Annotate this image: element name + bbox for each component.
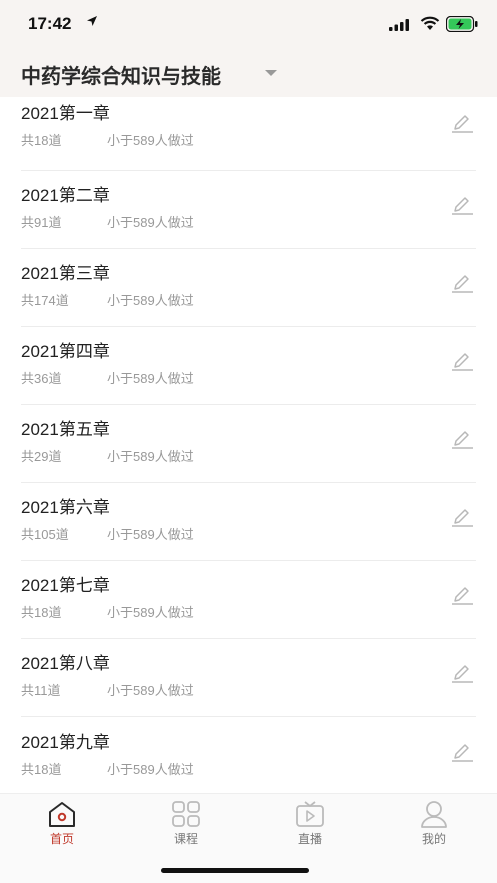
chapter-title: 2021第三章 — [21, 264, 110, 283]
pencil-icon[interactable] — [450, 273, 474, 293]
participants-text: 小于589人做过 — [107, 215, 194, 230]
chapter-title: 2021第八章 — [21, 654, 110, 673]
chapter-title: 2021第五章 — [21, 420, 110, 439]
question-count: 共11道 — [21, 683, 61, 698]
participants-text: 小于589人做过 — [107, 683, 194, 698]
chapter-title: 2021第六章 — [21, 498, 110, 517]
chapter-row[interactable]: 2021第八章 共11道 小于589人做过 — [21, 639, 476, 717]
status-time: 17:42 — [28, 14, 72, 33]
chapter-row[interactable]: 2021第六章 共105道 小于589人做过 — [21, 483, 476, 561]
tab-home-label: 首页 — [49, 832, 74, 846]
user-icon — [421, 801, 447, 828]
chapter-row[interactable]: 2021第二章 共91道 小于589人做过 — [21, 171, 476, 249]
participants-text: 小于589人做过 — [107, 605, 194, 620]
chapter-title: 2021第四章 — [21, 342, 110, 361]
chapter-title: 2021第二章 — [21, 186, 110, 205]
pencil-icon[interactable] — [450, 351, 474, 371]
chapter-row[interactable]: 2021第五章 共29道 小于589人做过 — [21, 405, 476, 483]
participants-text: 小于589人做过 — [107, 371, 194, 386]
chapter-row[interactable]: 2021第九章 共18道 小于589人做过 — [21, 717, 476, 793]
nav-header: 中药学综合知识与技能 — [0, 50, 497, 97]
tv-play-icon — [296, 801, 324, 827]
chapter-list: 2021第一章 共18道 小于589人做过 2021第二章 共91道 小于589… — [0, 97, 497, 793]
participants-text: 小于589人做过 — [107, 449, 194, 464]
location-arrow-icon — [87, 16, 97, 26]
chapter-row[interactable]: 2021第一章 共18道 小于589人做过 — [21, 97, 476, 171]
pencil-icon[interactable] — [450, 742, 474, 762]
battery-charging-icon — [446, 16, 478, 32]
pencil-icon[interactable] — [450, 663, 474, 683]
tab-mine-label: 我的 — [421, 832, 446, 846]
tab-live[interactable]: 直播 — [248, 794, 372, 854]
pencil-icon[interactable] — [450, 507, 474, 527]
chapter-row[interactable]: 2021第三章 共174道 小于589人做过 — [21, 249, 476, 327]
question-count: 共105道 — [21, 527, 69, 542]
question-count: 共18道 — [21, 605, 62, 620]
home-icon — [49, 802, 75, 827]
chapter-title: 2021第九章 — [21, 733, 110, 752]
tab-mine[interactable]: 我的 — [372, 794, 496, 854]
subject-title[interactable]: 中药学综合知识与技能 — [21, 60, 221, 89]
wifi-icon — [420, 16, 440, 30]
pencil-icon[interactable] — [450, 113, 474, 133]
tab-courses-label: 课程 — [173, 832, 198, 846]
dropdown-caret-icon[interactable] — [264, 69, 278, 77]
pencil-icon[interactable] — [450, 429, 474, 449]
pencil-icon[interactable] — [450, 195, 474, 215]
question-count: 共91道 — [21, 215, 62, 230]
question-count: 共18道 — [21, 133, 62, 148]
participants-text: 小于589人做过 — [107, 293, 194, 308]
home-indicator[interactable] — [161, 868, 309, 873]
tab-live-label: 直播 — [297, 832, 322, 846]
question-count: 共18道 — [21, 762, 62, 777]
chapter-title: 2021第一章 — [21, 104, 110, 123]
question-count: 共174道 — [21, 293, 69, 308]
tab-home[interactable]: 首页 — [0, 794, 124, 854]
participants-text: 小于589人做过 — [107, 133, 194, 148]
pencil-icon[interactable] — [450, 585, 474, 605]
status-bar: 17:42 — [0, 0, 497, 50]
question-count: 共36道 — [21, 371, 62, 386]
cellular-signal-icon — [389, 19, 409, 31]
grid-icon — [172, 801, 200, 827]
chapter-row[interactable]: 2021第四章 共36道 小于589人做过 — [21, 327, 476, 405]
tab-courses[interactable]: 课程 — [124, 794, 248, 854]
chapter-title: 2021第七章 — [21, 576, 110, 595]
chapter-row[interactable]: 2021第七章 共18道 小于589人做过 — [21, 561, 476, 639]
participants-text: 小于589人做过 — [107, 527, 194, 542]
participants-text: 小于589人做过 — [107, 762, 194, 777]
question-count: 共29道 — [21, 449, 62, 464]
